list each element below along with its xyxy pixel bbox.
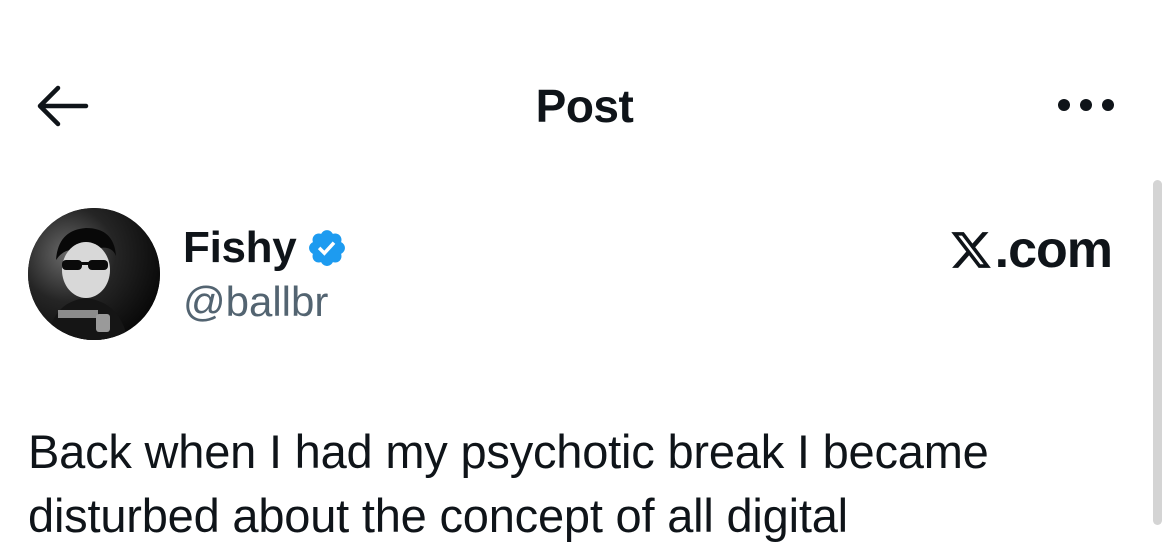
- author-handle[interactable]: @ballbr: [183, 276, 328, 328]
- scrollbar[interactable]: [1153, 180, 1162, 525]
- site-watermark: .com: [949, 220, 1113, 280]
- author-display-name[interactable]: Fishy: [183, 222, 297, 274]
- avatar[interactable]: [28, 208, 160, 340]
- watermark-text: .com: [994, 221, 1113, 279]
- page-title: Post: [535, 80, 634, 132]
- verified-badge-icon[interactable]: [306, 227, 348, 269]
- top-navigation-bar: Post: [0, 0, 1169, 170]
- author-name[interactable]: Fishy: [183, 222, 348, 274]
- more-options-button[interactable]: [1050, 80, 1122, 130]
- x-logo-icon: [950, 232, 991, 268]
- more-horizontal-icon: [1058, 99, 1114, 111]
- post-body-text: Back when I had my psychotic break I bec…: [28, 425, 989, 542]
